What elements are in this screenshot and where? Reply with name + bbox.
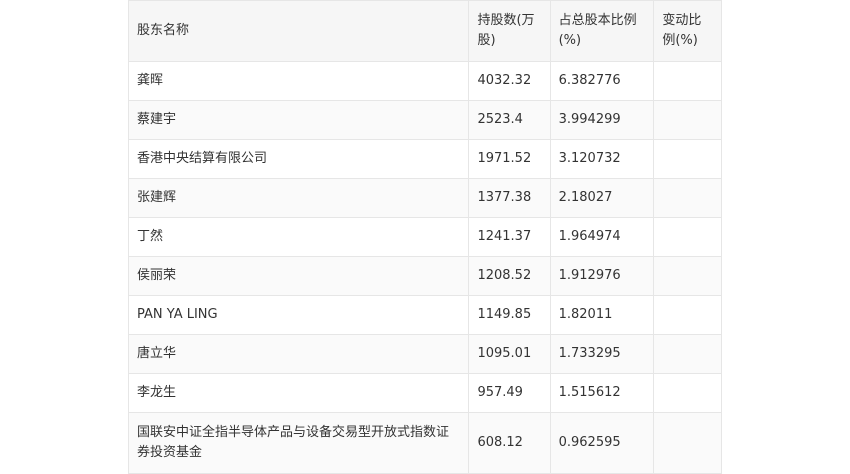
cell-shareholder-name: PAN YA LING xyxy=(127,295,470,335)
cell-share-ratio: 1.964974 xyxy=(549,217,655,257)
cell-shares: 957.49 xyxy=(468,373,551,413)
table-row: 香港中央结算有限公司 1971.52 3.120732 xyxy=(127,139,722,179)
cell-share-ratio: 1.515612 xyxy=(549,373,655,413)
cell-shares: 1377.38 xyxy=(468,178,551,218)
cell-shares: 2523.4 xyxy=(468,100,551,140)
cell-shareholder-name: 张建辉 xyxy=(127,178,470,218)
cell-share-ratio: 6.382776 xyxy=(549,61,655,101)
table-row: 丁然 1241.37 1.964974 xyxy=(127,217,722,257)
cell-share-ratio: 1.912976 xyxy=(549,256,655,296)
cell-share-ratio: 1.733295 xyxy=(549,334,655,374)
cell-share-ratio: 1.82011 xyxy=(549,295,655,335)
cell-shareholder-name: 丁然 xyxy=(127,217,470,257)
table-header-row: 股东名称 持股数(万股) 占总股本比例(%) 变动比例(%) xyxy=(127,0,722,62)
cell-change-ratio xyxy=(653,100,722,140)
cell-change-ratio xyxy=(653,334,722,374)
cell-shares: 1241.37 xyxy=(468,217,551,257)
header-change-ratio: 变动比例(%) xyxy=(653,0,722,62)
cell-change-ratio xyxy=(653,373,722,413)
cell-change-ratio xyxy=(653,139,722,179)
table-row: 李龙生 957.49 1.515612 xyxy=(127,373,722,413)
cell-share-ratio: 3.994299 xyxy=(549,100,655,140)
cell-shareholder-name: 龚晖 xyxy=(127,61,470,101)
cell-change-ratio xyxy=(653,412,722,474)
cell-shareholder-name: 侯丽荣 xyxy=(127,256,470,296)
cell-shares: 1095.01 xyxy=(468,334,551,374)
cell-shareholder-name: 李龙生 xyxy=(127,373,470,413)
table-row: PAN YA LING 1149.85 1.82011 xyxy=(127,295,722,335)
table-row: 唐立华 1095.01 1.733295 xyxy=(127,334,722,374)
table-row: 蔡建宇 2523.4 3.994299 xyxy=(127,100,722,140)
cell-change-ratio xyxy=(653,295,722,335)
cell-shares: 1149.85 xyxy=(468,295,551,335)
cell-change-ratio xyxy=(653,61,722,101)
cell-change-ratio xyxy=(653,178,722,218)
cell-change-ratio xyxy=(653,256,722,296)
cell-shareholder-name: 国联安中证全指半导体产品与设备交易型开放式指数证券投资基金 xyxy=(127,412,470,474)
cell-shareholder-name: 唐立华 xyxy=(127,334,470,374)
header-shareholder-name: 股东名称 xyxy=(127,0,470,62)
cell-shares: 1971.52 xyxy=(468,139,551,179)
cell-share-ratio: 0.962595 xyxy=(549,412,655,474)
shareholders-table: 股东名称 持股数(万股) 占总股本比例(%) 变动比例(%) 龚晖 4032.3… xyxy=(127,0,722,474)
cell-share-ratio: 2.18027 xyxy=(549,178,655,218)
cell-shares: 608.12 xyxy=(468,412,551,474)
header-shares: 持股数(万股) xyxy=(468,0,551,62)
table-row: 侯丽荣 1208.52 1.912976 xyxy=(127,256,722,296)
cell-change-ratio xyxy=(653,217,722,257)
cell-share-ratio: 3.120732 xyxy=(549,139,655,179)
cell-shareholder-name: 香港中央结算有限公司 xyxy=(127,139,470,179)
cell-shares: 1208.52 xyxy=(468,256,551,296)
header-share-ratio: 占总股本比例(%) xyxy=(549,0,655,62)
cell-shares: 4032.32 xyxy=(468,61,551,101)
table-row: 国联安中证全指半导体产品与设备交易型开放式指数证券投资基金 608.12 0.9… xyxy=(127,412,722,474)
table-row: 张建辉 1377.38 2.18027 xyxy=(127,178,722,218)
table-row: 龚晖 4032.32 6.382776 xyxy=(127,61,722,101)
cell-shareholder-name: 蔡建宇 xyxy=(127,100,470,140)
